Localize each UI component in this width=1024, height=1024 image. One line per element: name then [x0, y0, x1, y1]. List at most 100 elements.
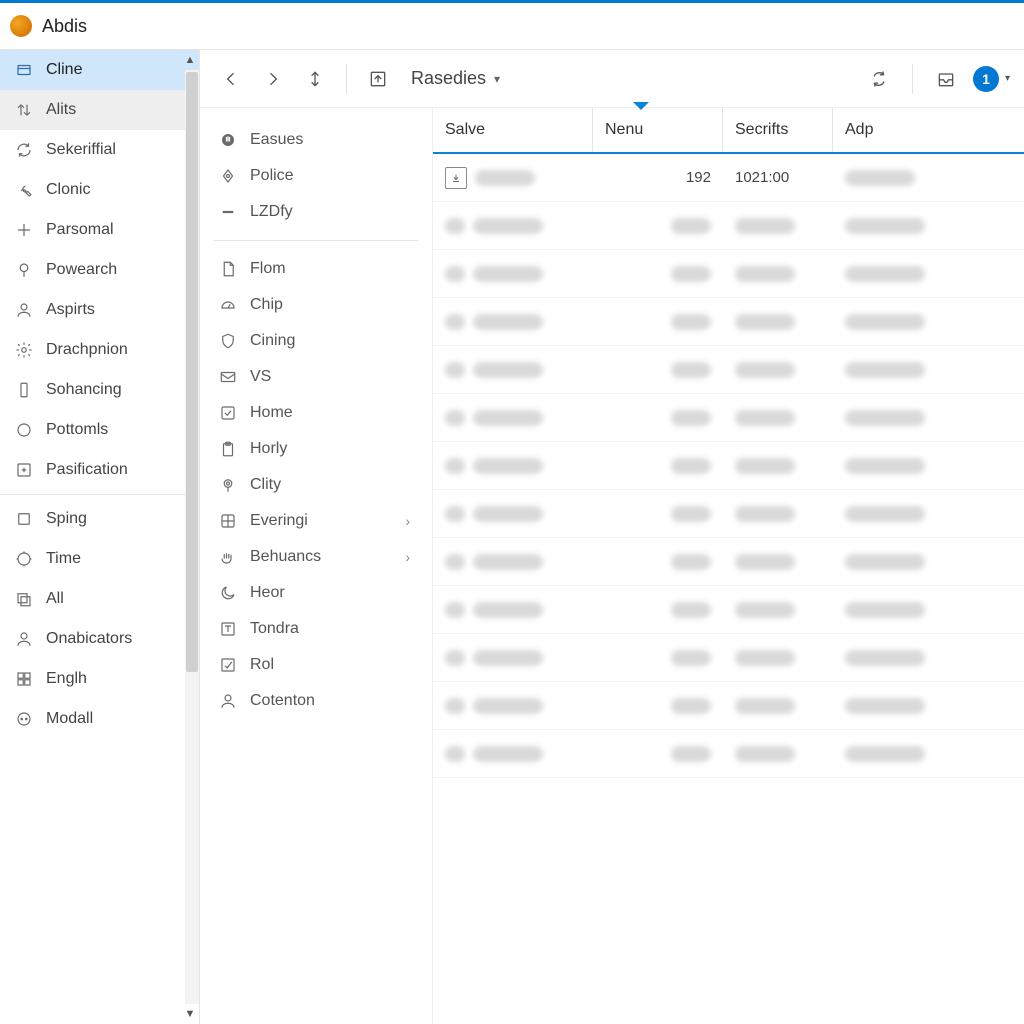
sidebar-item-label: Onabicators [46, 630, 132, 648]
table-row[interactable] [433, 538, 1024, 586]
category-item-label: Easues [250, 131, 303, 149]
sidebar-item-label: Clonic [46, 181, 90, 199]
sidebar-item-cline[interactable]: Cline [0, 50, 199, 90]
category-item-everingi[interactable]: Everingi› [200, 503, 432, 539]
badge-dropdown-icon[interactable]: ▾ [1005, 73, 1010, 84]
app-title: Abdis [42, 16, 87, 37]
sort-toggle-button[interactable] [298, 62, 332, 96]
category-item-tondra[interactable]: Tondra [200, 611, 432, 647]
sidebar-item-all[interactable]: All [0, 579, 199, 619]
table-row[interactable] [433, 634, 1024, 682]
sidebar-separator [0, 494, 199, 495]
frame-button[interactable] [361, 62, 395, 96]
category-item-label: Chip [250, 296, 283, 314]
sidebar-item-onabicators[interactable]: Onabicators [0, 619, 199, 659]
table-row[interactable] [433, 490, 1024, 538]
sidebar-item-label: All [46, 590, 64, 608]
category-item-heor[interactable]: Heor [200, 575, 432, 611]
chevron-right-icon: › [405, 549, 414, 565]
person-icon [14, 629, 34, 649]
sidebar-item-label: Drachpnion [46, 341, 128, 359]
category-item-easues[interactable]: Easues [200, 122, 432, 158]
notification-badge[interactable]: 1 [973, 66, 999, 92]
sidebar-item-sohancing[interactable]: Sohancing [0, 370, 199, 410]
sidebar-item-label: Cline [46, 61, 82, 79]
category-item-label: Behuancs [250, 548, 321, 566]
column-adp[interactable]: Adp [833, 108, 1024, 152]
sidebar-item-sping[interactable]: Sping [0, 499, 199, 539]
category-item-clity[interactable]: Clity [200, 467, 432, 503]
breadcrumb[interactable]: Rasedies ▾ [403, 64, 508, 93]
sidebar-item-label: Pottomls [46, 421, 108, 439]
sidebar-item-clonic[interactable]: Clonic [0, 170, 199, 210]
scroll-up-icon[interactable]: ▲ [185, 50, 196, 70]
check-icon [218, 403, 238, 423]
scrollbar-thumb[interactable] [186, 72, 198, 672]
gear-icon [14, 340, 34, 360]
refresh-icon [14, 140, 34, 160]
sidebar-item-label: Sekeriffial [46, 141, 116, 159]
table-row[interactable] [433, 586, 1024, 634]
sidebar-item-parsomal[interactable]: Parsomal [0, 210, 199, 250]
table-row[interactable] [433, 250, 1024, 298]
target-icon [14, 549, 34, 569]
table-row[interactable] [433, 442, 1024, 490]
toolbar-separator [912, 64, 913, 94]
grid4-icon [218, 511, 238, 531]
pin-icon [14, 260, 34, 280]
table-row[interactable] [433, 682, 1024, 730]
sidebar-item-pasification[interactable]: Pasification [0, 450, 199, 490]
category-item-rol[interactable]: Rol [200, 647, 432, 683]
sidebar-item-label: Sohancing [46, 381, 122, 399]
table-row[interactable]: 1921021:00 [433, 154, 1024, 202]
sidebar-item-label: Pasification [46, 461, 128, 479]
category-item-label: Cining [250, 332, 295, 350]
table-header: Salve Nenu Secrifts Adp [433, 108, 1024, 154]
category-item-chip[interactable]: Chip [200, 287, 432, 323]
category-item-cotenton[interactable]: Cotenton [200, 683, 432, 719]
scroll-down-icon[interactable]: ▼ [185, 1004, 196, 1024]
sidebar-item-englh[interactable]: Englh [0, 659, 199, 699]
column-salve[interactable]: Salve [433, 108, 593, 152]
inbox-button[interactable] [929, 62, 963, 96]
sidebar-item-alits[interactable]: Alits [0, 90, 199, 130]
cell-nenu: 192 [593, 169, 723, 186]
table-row[interactable] [433, 298, 1024, 346]
diamond-icon [218, 166, 238, 186]
table-row[interactable] [433, 202, 1024, 250]
column-secrifts[interactable]: Secrifts [723, 108, 833, 152]
category-item-horly[interactable]: Horly [200, 431, 432, 467]
category-item-cining[interactable]: Cining [200, 323, 432, 359]
column-nenu[interactable]: Nenu [593, 108, 723, 152]
sidebar-item-label: Time [46, 550, 81, 568]
table-row[interactable] [433, 730, 1024, 778]
subpanel-separator [214, 240, 418, 241]
avatar[interactable] [10, 15, 32, 37]
category-item-label: Horly [250, 440, 287, 458]
sync-button[interactable] [862, 62, 896, 96]
title-bar: Abdis [0, 0, 1024, 50]
table-row[interactable] [433, 346, 1024, 394]
sidebar-item-modall[interactable]: Modall [0, 699, 199, 739]
category-item-vs[interactable]: VS [200, 359, 432, 395]
category-item-flom[interactable]: Flom [200, 251, 432, 287]
category-item-label: Heor [250, 584, 285, 602]
cell-secrifts: 1021:00 [723, 169, 833, 186]
sidebar-item-drachpnion[interactable]: Drachpnion [0, 330, 199, 370]
nav-back-button[interactable] [214, 62, 248, 96]
sidebar-item-time[interactable]: Time [0, 539, 199, 579]
nav-forward-button[interactable] [256, 62, 290, 96]
checkbox-icon [218, 655, 238, 675]
chevron-right-icon: › [405, 513, 414, 529]
sidebar-item-powearch[interactable]: Powearch [0, 250, 199, 290]
sidebar-item-sekeriffial[interactable]: Sekeriffial [0, 130, 199, 170]
sidebar-item-label: Aspirts [46, 301, 95, 319]
category-item-police[interactable]: Police [200, 158, 432, 194]
table-row[interactable] [433, 394, 1024, 442]
sidebar-item-aspirts[interactable]: Aspirts [0, 290, 199, 330]
category-item-behuancs[interactable]: Behuancs › [200, 539, 432, 575]
category-item-home[interactable]: Home [200, 395, 432, 431]
sidebar-item-pottomls[interactable]: Pottomls [0, 410, 199, 450]
category-item-lzdfy[interactable]: LZDfy [200, 194, 432, 230]
circle-icon [14, 420, 34, 440]
